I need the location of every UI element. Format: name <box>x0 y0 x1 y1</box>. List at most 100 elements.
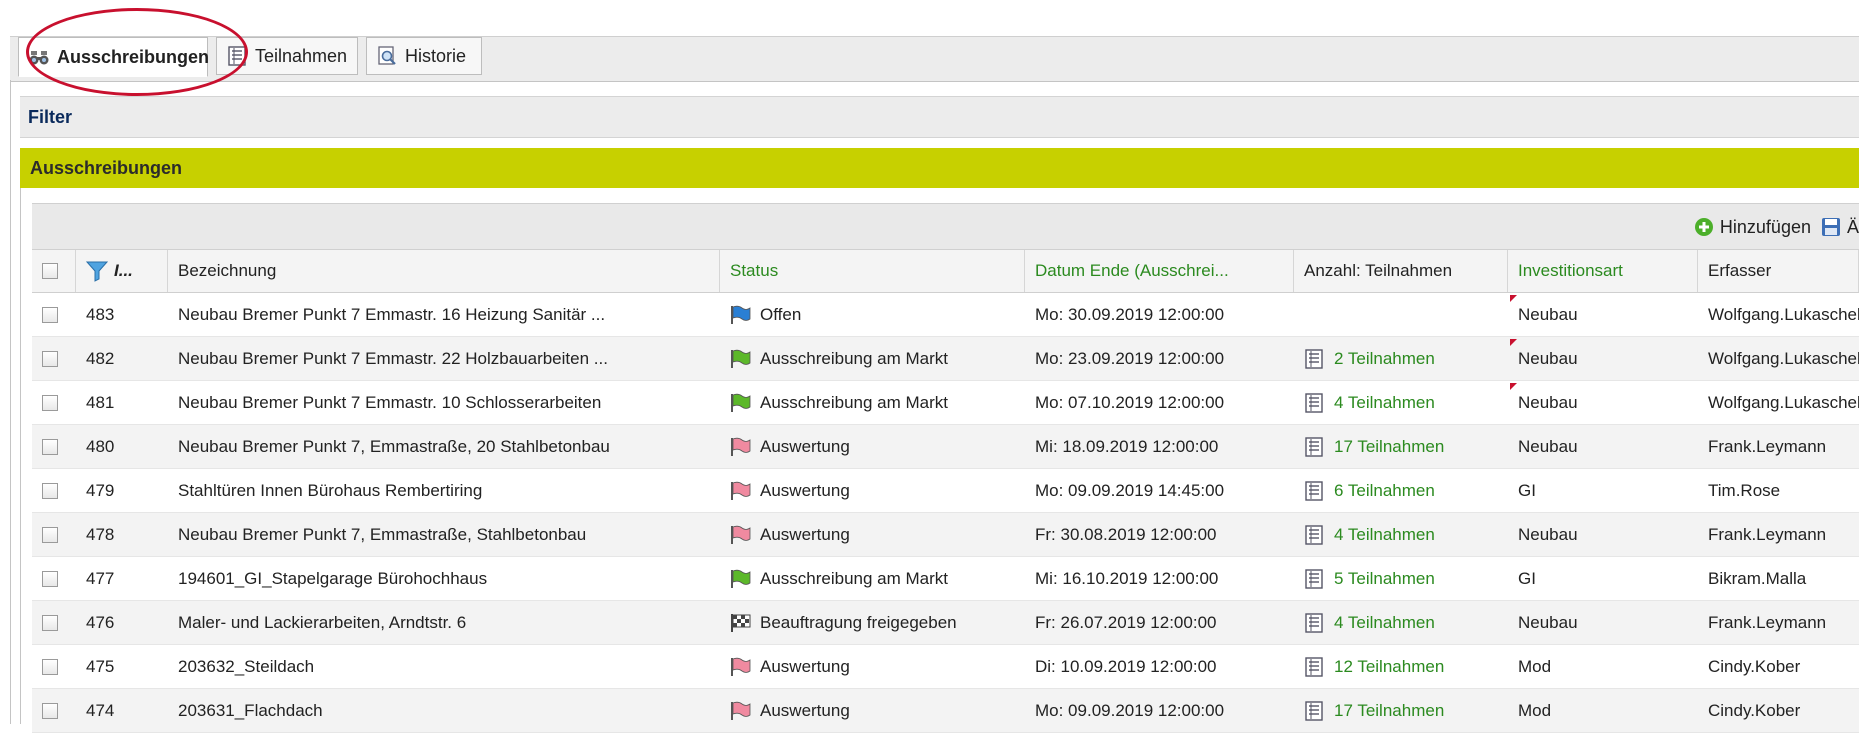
table-row[interactable]: 476 Maler- und Lackierarbeiten, Arndtstr.… <box>32 601 1859 645</box>
cell-datum: Fr: 26.07.2019 12:00:00 <box>1025 601 1294 644</box>
status-flag-icon <box>730 525 752 545</box>
column-header-erfasser[interactable]: Erfasser <box>1698 250 1859 292</box>
column-header-datum[interactable]: Datum Ende (Ausschrei... <box>1025 250 1294 292</box>
erfasser-text: Frank.Leymann <box>1708 524 1827 544</box>
column-header-bezeichnung[interactable]: Bezeichnung <box>168 250 720 292</box>
status-text: Ausschreibung am Markt <box>760 568 949 588</box>
column-label: Status <box>730 261 779 280</box>
id-text: 474 <box>86 700 115 720</box>
grid-body: 483 Neubau Bremer Punkt 7 Emmastr. 16 Hei… <box>32 293 1859 733</box>
row-checkbox-cell[interactable] <box>32 469 76 512</box>
cell-erfasser: Frank.Leymann <box>1698 513 1859 556</box>
table-row[interactable]: 475 203632_Steildach Auswertung Di: 10.09.2… <box>32 645 1859 689</box>
cell-anzahl: 4 Teilnahmen <box>1294 381 1508 424</box>
column-header-investitionsart[interactable]: Investitionsart <box>1508 250 1698 292</box>
tab-ausschreibungen[interactable]: Ausschreibungen <box>18 37 209 77</box>
table-row[interactable]: 474 203631_Flachdach Auswertung Mo: 09.09.2… <box>32 689 1859 733</box>
edit-button[interactable]: Ä <box>1821 217 1859 238</box>
row-checkbox[interactable] <box>42 438 58 455</box>
status-text: Auswertung <box>760 700 850 720</box>
teilnahmen-link[interactable]: 4 Teilnahmen <box>1304 393 1435 413</box>
column-header-id-label: I... <box>114 261 133 280</box>
row-checkbox[interactable] <box>42 394 58 411</box>
cell-status: Ausschreibung am Markt <box>720 557 1025 600</box>
row-checkbox[interactable] <box>42 570 58 587</box>
section-header: Ausschreibungen <box>20 148 1859 188</box>
erfasser-text: Frank.Leymann <box>1708 436 1827 456</box>
column-label: Anzahl: Teilnahmen <box>1304 261 1453 280</box>
select-all-checkbox[interactable] <box>42 263 58 279</box>
list-document-icon <box>1304 392 1324 413</box>
erfasser-text: Wolfgang.Lukaschek <box>1708 304 1859 324</box>
row-checkbox-cell[interactable] <box>32 689 76 732</box>
list-document-icon <box>227 46 247 66</box>
row-checkbox-cell[interactable] <box>32 425 76 468</box>
investitionsart-text: Neubau <box>1518 436 1578 456</box>
add-button[interactable]: Hinzufügen <box>1694 217 1811 238</box>
section-title: Ausschreibungen <box>30 157 183 178</box>
cell-datum: Mo: 09.09.2019 12:00:00 <box>1025 689 1294 732</box>
status-text: Offen <box>760 304 802 324</box>
teilnahmen-link[interactable]: 2 Teilnahmen <box>1304 349 1435 369</box>
table-row[interactable]: 478 Neubau Bremer Punkt 7, Emmastraße, St… <box>32 513 1859 557</box>
add-button-label: Hinzufügen <box>1719 216 1811 237</box>
teilnahmen-link[interactable]: 17 Teilnahmen <box>1304 701 1444 721</box>
row-checkbox-cell[interactable] <box>32 557 76 600</box>
tab-bar: Ausschreibungen Teilnahmen Historie <box>10 36 1859 82</box>
teilnahmen-link[interactable]: 4 Teilnahmen <box>1304 613 1435 633</box>
filter-panel-header[interactable]: Filter <box>20 96 1859 138</box>
cell-anzahl: 17 Teilnahmen <box>1294 425 1508 468</box>
tab-historie[interactable]: Historie <box>366 37 482 75</box>
row-checkbox[interactable] <box>42 306 58 323</box>
column-header-anzahl[interactable]: Anzahl: Teilnahmen <box>1294 250 1508 292</box>
row-checkbox[interactable] <box>42 350 58 367</box>
teilnahmen-link[interactable]: 5 Teilnahmen <box>1304 569 1435 589</box>
row-checkbox[interactable] <box>42 614 58 631</box>
list-document-icon <box>1304 612 1324 633</box>
table-row[interactable]: 482 Neubau Bremer Punkt 7 Emmastr. 22 Hol… <box>32 337 1859 381</box>
status-flag-icon <box>730 349 752 369</box>
row-checkbox-cell[interactable] <box>32 513 76 556</box>
datum-text: Mi: 16.10.2019 12:00:00 <box>1035 568 1219 588</box>
teilnahmen-link[interactable]: 4 Teilnahmen <box>1304 525 1435 545</box>
column-header-id[interactable]: I... <box>76 250 168 292</box>
datum-text: Mo: 09.09.2019 12:00:00 <box>1035 700 1225 720</box>
row-checkbox[interactable] <box>42 702 58 719</box>
table-row[interactable]: 477 194601_GI_Stapelgarage Bürohochhaus Au… <box>32 557 1859 601</box>
id-text: 478 <box>86 524 115 544</box>
table-row[interactable]: 483 Neubau Bremer Punkt 7 Emmastr. 16 Hei… <box>32 293 1859 337</box>
row-checkbox[interactable] <box>42 658 58 675</box>
datum-text: Mo: 30.09.2019 12:00:00 <box>1035 304 1225 324</box>
teilnahmen-link[interactable]: 12 Teilnahmen <box>1304 657 1444 677</box>
erfasser-text: Tim.Rose <box>1708 480 1781 500</box>
cell-anzahl: 4 Teilnahmen <box>1294 601 1508 644</box>
investitionsart-text: Mod <box>1518 700 1552 720</box>
row-checkbox-cell[interactable] <box>32 381 76 424</box>
status-text: Ausschreibung am Markt <box>760 392 949 412</box>
cell-anzahl: 5 Teilnahmen <box>1294 557 1508 600</box>
table-row[interactable]: 481 Neubau Bremer Punkt 7 Emmastr. 10 Sch… <box>32 381 1859 425</box>
teilnahmen-link[interactable]: 17 Teilnahmen <box>1304 437 1444 457</box>
tab-teilnahmen[interactable]: Teilnahmen <box>216 37 358 75</box>
row-checkbox[interactable] <box>42 526 58 543</box>
list-document-icon <box>1304 700 1324 721</box>
row-checkbox-cell[interactable] <box>32 601 76 644</box>
table-row[interactable]: 480 Neubau Bremer Punkt 7, Emmastraße, 20… <box>32 425 1859 469</box>
cell-id: 476 <box>76 601 168 644</box>
table-row[interactable]: 479 Stahltüren Innen Bürohaus Rembertirin… <box>32 469 1859 513</box>
cell-erfasser: Cindy.Kober <box>1698 689 1859 732</box>
cell-bezeichnung: Neubau Bremer Punkt 7, Emmastraße, Stahl… <box>168 513 720 556</box>
row-checkbox[interactable] <box>42 482 58 499</box>
teilnahmen-link[interactable]: 6 Teilnahmen <box>1304 481 1435 501</box>
bezeichnung-text: 203631_Flachdach <box>178 700 323 720</box>
row-checkbox-cell[interactable] <box>32 645 76 688</box>
column-header-status[interactable]: Status <box>720 250 1025 292</box>
binoculars-icon <box>29 47 49 67</box>
row-checkbox-cell[interactable] <box>32 337 76 380</box>
grid-toolbar: Hinzufügen Ä <box>32 203 1859 250</box>
bezeichnung-text: Neubau Bremer Punkt 7 Emmastr. 22 Holzba… <box>178 348 608 368</box>
select-all-checkbox-cell[interactable] <box>32 250 76 292</box>
row-checkbox-cell[interactable] <box>32 293 76 336</box>
cell-anzahl: 4 Teilnahmen <box>1294 513 1508 556</box>
status-text: Auswertung <box>760 524 850 544</box>
